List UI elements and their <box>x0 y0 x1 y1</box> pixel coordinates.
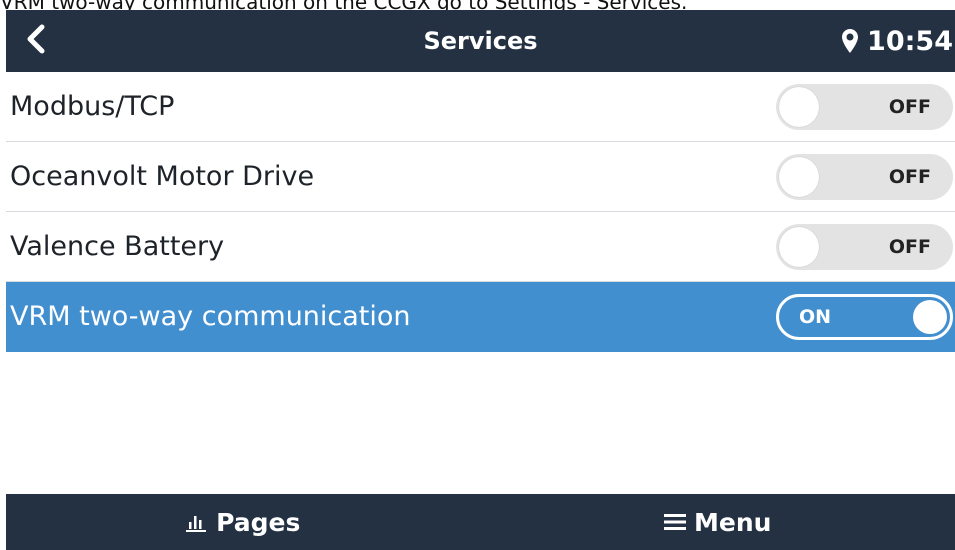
page-caption: VRM two-way communication on the CCGX go… <box>0 0 955 10</box>
list-item[interactable]: Oceanvolt Motor Drive OFF <box>6 142 955 212</box>
toggle-state: OFF <box>888 166 931 188</box>
pages-button[interactable]: Pages <box>6 494 481 550</box>
location-pin-icon <box>841 28 859 54</box>
toggle-knob <box>779 87 819 127</box>
bar-chart-icon <box>186 512 208 532</box>
service-toggle[interactable]: OFF <box>776 154 953 200</box>
toggle-knob <box>913 300 947 334</box>
status-area: 10:54 <box>841 10 955 72</box>
pages-label: Pages <box>216 507 301 537</box>
toggle-state: ON <box>799 306 832 328</box>
service-toggle[interactable]: ON <box>776 294 953 340</box>
list-item[interactable]: Valence Battery OFF <box>6 212 955 282</box>
list-item-selected[interactable]: VRM two-way communication ON <box>6 282 955 352</box>
list-item[interactable]: Modbus/TCP OFF <box>6 72 955 142</box>
service-label: Modbus/TCP <box>10 91 175 122</box>
page-title: Services <box>423 27 538 55</box>
service-toggle[interactable]: OFF <box>776 224 953 270</box>
clock-time: 10:54 <box>867 25 953 57</box>
menu-label: Menu <box>694 507 772 537</box>
service-toggle[interactable]: OFF <box>776 84 953 130</box>
footer-bar: Pages Menu <box>6 494 955 550</box>
service-label: VRM two-way communication <box>10 301 411 332</box>
menu-button[interactable]: Menu <box>481 494 955 550</box>
device-screen: Services 10:54 Modbus/TCP OFF Oceanvolt … <box>6 10 955 550</box>
service-label: Oceanvolt Motor Drive <box>10 161 315 192</box>
toggle-state: OFF <box>888 236 931 258</box>
toggle-knob <box>779 227 819 267</box>
toggle-state: OFF <box>888 96 931 118</box>
header-bar: Services 10:54 <box>6 10 955 72</box>
services-list: Modbus/TCP OFF Oceanvolt Motor Drive OFF… <box>6 72 955 352</box>
service-label: Valence Battery <box>10 231 225 262</box>
toggle-knob <box>779 157 819 197</box>
hamburger-menu-icon <box>664 513 687 531</box>
